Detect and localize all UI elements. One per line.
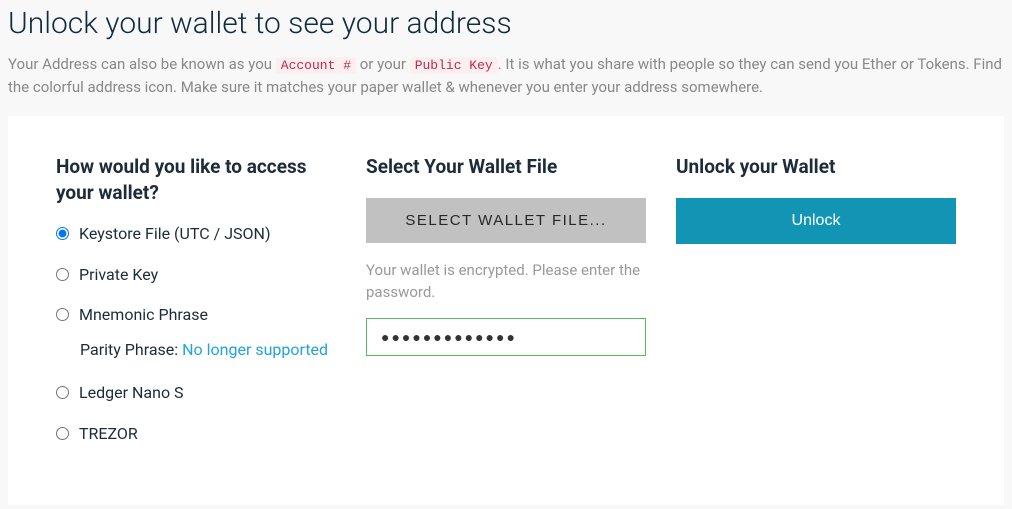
radio-trezor-input[interactable] <box>56 427 69 440</box>
radio-mnemonic-input[interactable] <box>56 308 69 321</box>
access-column: How would you like to access your wallet… <box>56 154 336 445</box>
radio-private-key[interactable]: Private Key <box>56 264 336 286</box>
access-radio-list: Keystore File (UTC / JSON) Private Key M… <box>56 223 336 445</box>
parity-link[interactable]: No longer supported <box>182 340 328 359</box>
subtitle-text-2: or your <box>356 55 410 73</box>
radio-mnemonic[interactable]: Mnemonic Phrase <box>56 304 336 326</box>
access-heading: How would you like to access your wallet… <box>56 154 336 205</box>
radio-keystore-label: Keystore File (UTC / JSON) <box>79 223 336 245</box>
password-help-text: Your wallet is encrypted. Please enter t… <box>366 259 646 304</box>
wallet-card: How would you like to access your wallet… <box>8 116 1004 505</box>
public-key-tag: Public Key <box>410 57 498 74</box>
unlock-column: Unlock your Wallet Unlock <box>676 154 956 445</box>
file-heading: Select Your Wallet File <box>366 154 646 180</box>
password-input[interactable] <box>366 318 646 356</box>
select-wallet-file-button[interactable]: SELECT WALLET FILE... <box>366 198 646 243</box>
radio-keystore[interactable]: Keystore File (UTC / JSON) <box>56 223 336 245</box>
page-title: Unlock your wallet to see your address <box>8 6 1004 41</box>
radio-ledger-input[interactable] <box>56 386 69 399</box>
subtitle-text-1: Your Address can also be known as you <box>8 55 276 73</box>
parity-note: Parity Phrase: No longer supported <box>80 338 336 362</box>
radio-ledger-label: Ledger Nano S <box>79 382 336 404</box>
parity-prefix: Parity Phrase: <box>80 340 182 359</box>
radio-private-key-input[interactable] <box>56 268 69 281</box>
account-number-tag: Account # <box>276 57 356 74</box>
radio-private-key-label: Private Key <box>79 264 336 286</box>
radio-ledger[interactable]: Ledger Nano S <box>56 382 336 404</box>
radio-mnemonic-label: Mnemonic Phrase <box>79 304 336 326</box>
radio-trezor[interactable]: TREZOR <box>56 423 336 445</box>
radio-keystore-input[interactable] <box>56 227 69 240</box>
unlock-button[interactable]: Unlock <box>676 198 956 244</box>
page-subtitle: Your Address can also be known as you Ac… <box>8 53 1004 98</box>
radio-trezor-label: TREZOR <box>79 423 336 445</box>
unlock-heading: Unlock your Wallet <box>676 154 956 180</box>
file-column: Select Your Wallet File SELECT WALLET FI… <box>366 154 646 445</box>
